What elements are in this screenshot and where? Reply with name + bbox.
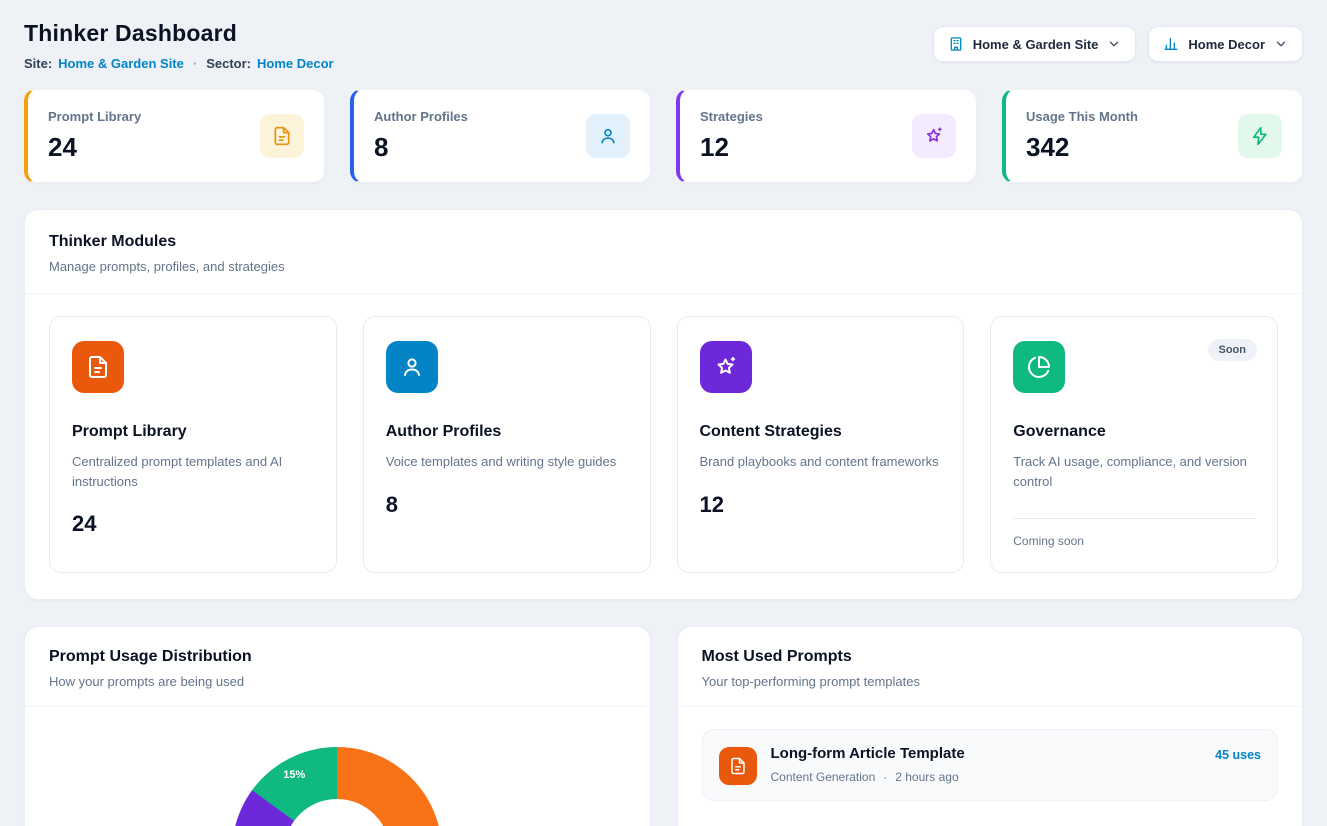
user-icon: [586, 114, 630, 158]
divider: [1013, 518, 1255, 519]
module-count: 24: [72, 511, 314, 537]
prompts-panel-title: Most Used Prompts: [702, 648, 1279, 666]
module-card-governance[interactable]: Soon Governance Track AI usage, complian…: [990, 316, 1278, 573]
site-selector-label: Home & Garden Site: [973, 37, 1099, 52]
module-count: 12: [700, 492, 942, 518]
list-item[interactable]: Long-form Article Template Content Gener…: [702, 729, 1279, 801]
page-title: Thinker Dashboard: [24, 20, 334, 47]
prompt-list: Long-form Article Template Content Gener…: [678, 707, 1303, 823]
module-description: Centralized prompt templates and AI inst…: [72, 452, 314, 491]
module-title: Author Profiles: [386, 423, 628, 441]
usage-panel-title: Prompt Usage Distribution: [49, 648, 626, 666]
stat-label: Prompt Library: [48, 109, 141, 124]
module-title: Prompt Library: [72, 423, 314, 441]
prompt-item-category: Content Generation: [771, 770, 876, 784]
thinker-modules-section: Thinker Modules Manage prompts, profiles…: [24, 209, 1303, 600]
page-header: Thinker Dashboard Site: Home & Garden Si…: [24, 20, 1303, 71]
module-card-author-profiles[interactable]: Author Profiles Voice templates and writ…: [363, 316, 651, 573]
stat-card-prompt-library: Prompt Library 24: [24, 89, 325, 183]
usage-distribution-panel: Prompt Usage Distribution How your promp…: [24, 626, 651, 826]
module-card-content-strategies[interactable]: Content Strategies Brand playbooks and c…: [677, 316, 965, 573]
dashboard-page: Thinker Dashboard Site: Home & Garden Si…: [0, 0, 1327, 826]
modules-subtitle: Manage prompts, profiles, and strategies: [49, 259, 1278, 274]
building-icon: [948, 36, 964, 52]
usage-panel-header: Prompt Usage Distribution How your promp…: [25, 627, 650, 707]
document-icon: [72, 341, 124, 393]
stat-card-usage: Usage This Month 342: [1002, 89, 1303, 183]
sparkle-star-icon: [912, 114, 956, 158]
header-left: Thinker Dashboard Site: Home & Garden Si…: [24, 20, 334, 71]
module-title: Content Strategies: [700, 423, 942, 441]
bottom-panels: Prompt Usage Distribution How your promp…: [24, 626, 1303, 826]
stat-text: Usage This Month 342: [1026, 109, 1138, 163]
module-description: Track AI usage, compliance, and version …: [1013, 452, 1255, 491]
chevron-down-icon: [1107, 37, 1121, 51]
stat-value: 342: [1026, 132, 1138, 163]
usage-donut-chart: [232, 747, 442, 826]
stat-card-strategies: Strategies 12: [676, 89, 977, 183]
usage-panel-subtitle: How your prompts are being used: [49, 674, 626, 689]
stat-card-author-profiles: Author Profiles 8: [350, 89, 651, 183]
prompt-item-title: Long-form Article Template: [771, 745, 1202, 762]
sector-label: Sector:: [206, 56, 251, 71]
bar-chart-icon: [1163, 36, 1179, 52]
stat-value: 12: [700, 132, 763, 163]
stat-text: Author Profiles 8: [374, 109, 468, 163]
stat-value: 24: [48, 132, 141, 163]
stat-label: Strategies: [700, 109, 763, 124]
header-actions: Home & Garden Site Home Decor: [933, 26, 1303, 62]
chevron-down-icon: [1274, 37, 1288, 51]
module-count: 8: [386, 492, 628, 518]
prompt-item-time: 2 hours ago: [895, 770, 958, 784]
user-icon: [386, 341, 438, 393]
modules-header: Thinker Modules Manage prompts, profiles…: [25, 210, 1302, 294]
most-used-prompts-panel: Most Used Prompts Your top-performing pr…: [677, 626, 1304, 826]
donut-segment-label: 15%: [274, 769, 314, 781]
breadcrumb: Site: Home & Garden Site · Sector: Home …: [24, 56, 334, 71]
separator-dot: ·: [883, 770, 887, 784]
modules-title: Thinker Modules: [49, 233, 1278, 251]
module-card-prompt-library[interactable]: Prompt Library Centralized prompt templa…: [49, 316, 337, 573]
site-selector-dropdown[interactable]: Home & Garden Site: [933, 26, 1137, 62]
stat-text: Prompt Library 24: [48, 109, 141, 163]
prompts-panel-subtitle: Your top-performing prompt templates: [702, 674, 1279, 689]
sector-selector-dropdown[interactable]: Home Decor: [1148, 26, 1303, 62]
pie-chart-icon: [1013, 341, 1065, 393]
stat-label: Author Profiles: [374, 109, 468, 124]
prompt-item-body: Long-form Article Template Content Gener…: [771, 745, 1202, 784]
soon-badge: Soon: [1208, 339, 1258, 361]
coming-soon-text: Coming soon: [1013, 534, 1255, 548]
module-title: Governance: [1013, 423, 1255, 441]
stat-label: Usage This Month: [1026, 109, 1138, 124]
stats-row: Prompt Library 24 Author Profiles 8 Stra…: [24, 89, 1303, 183]
sparkle-star-icon: [700, 341, 752, 393]
site-link[interactable]: Home & Garden Site: [58, 56, 184, 71]
stat-text: Strategies 12: [700, 109, 763, 163]
donut-chart-wrap: 15%: [232, 747, 442, 826]
prompt-item-meta: Content Generation · 2 hours ago: [771, 770, 1202, 784]
uses-badge: 45 uses: [1215, 748, 1261, 762]
prompts-panel-header: Most Used Prompts Your top-performing pr…: [678, 627, 1303, 707]
document-icon: [719, 747, 757, 785]
stat-value: 8: [374, 132, 468, 163]
site-label: Site:: [24, 56, 52, 71]
lightning-icon: [1238, 114, 1282, 158]
modules-grid: Prompt Library Centralized prompt templa…: [25, 294, 1302, 599]
module-description: Brand playbooks and content frameworks: [700, 452, 942, 472]
module-description: Voice templates and writing style guides: [386, 452, 628, 472]
sector-link[interactable]: Home Decor: [257, 56, 334, 71]
separator-dot: ·: [193, 56, 197, 71]
document-icon: [260, 114, 304, 158]
sector-selector-label: Home Decor: [1188, 37, 1265, 52]
